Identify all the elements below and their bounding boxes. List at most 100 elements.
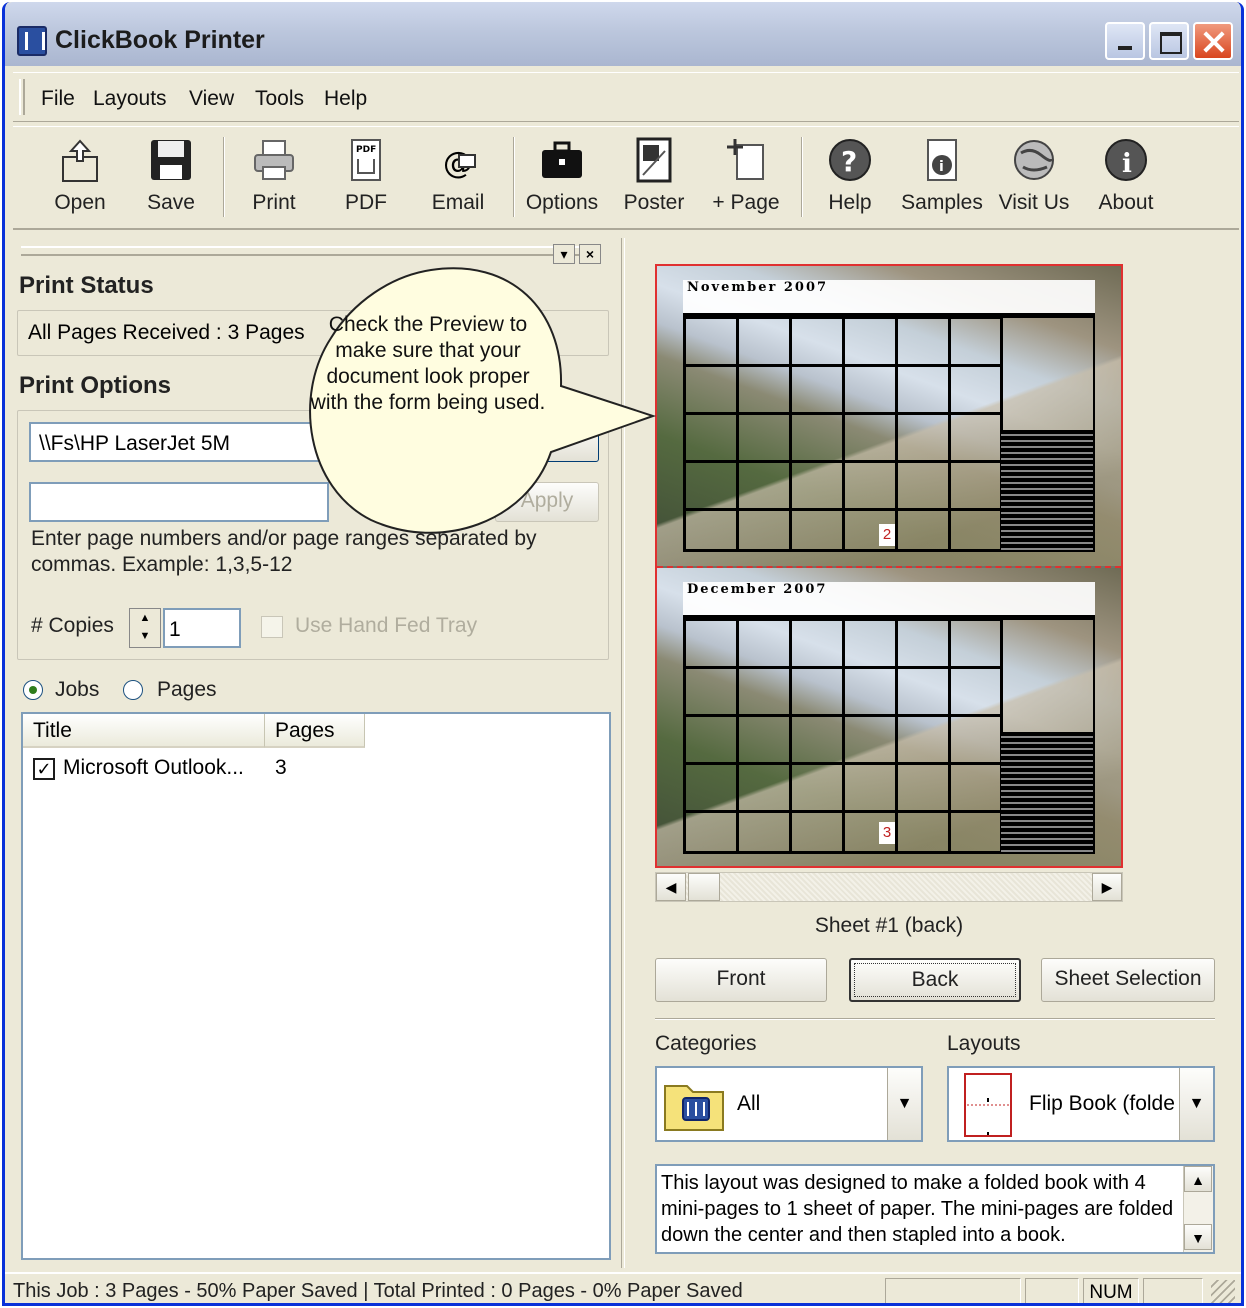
calendar-month: November 2007 xyxy=(687,280,829,295)
visit-us-button[interactable]: Visit Us xyxy=(991,133,1077,225)
folder-book-icon xyxy=(664,1085,724,1131)
column-header-title[interactable]: Title xyxy=(23,714,265,748)
print-status-text: All Pages Received : 3 Pages xyxy=(28,321,305,344)
samples-label: Samples xyxy=(901,191,983,214)
briefcase-icon xyxy=(542,141,582,178)
pane-close-button[interactable]: × xyxy=(579,244,601,264)
toolbar-separator xyxy=(223,137,225,217)
categories-label: Categories xyxy=(655,1032,757,1055)
pages-radio[interactable] xyxy=(123,680,143,700)
copies-value: 1 xyxy=(169,618,181,641)
preview-scrollbar[interactable]: ◀ ▶ xyxy=(655,872,1123,902)
menubar-grip[interactable] xyxy=(19,79,25,115)
chevron-down-icon[interactable]: ▼ xyxy=(887,1068,921,1140)
scroll-up-arrow-icon[interactable]: ▲ xyxy=(1184,1166,1212,1192)
print-button[interactable]: Print xyxy=(231,133,317,225)
maximize-button[interactable] xyxy=(1149,22,1189,60)
open-label: Open xyxy=(54,191,106,214)
divider xyxy=(655,1018,1215,1020)
scroll-right-arrow-icon[interactable]: ▶ xyxy=(1092,873,1122,901)
printer-name: \\Fs\HP LaserJet 5M xyxy=(39,432,231,455)
calendar-grid xyxy=(683,618,1003,854)
jobs-radio[interactable] xyxy=(23,680,43,700)
menu-layouts[interactable]: Layouts xyxy=(93,87,167,111)
pane-dropdown-button[interactable]: ▾ xyxy=(553,244,575,264)
visit-us-label: Visit Us xyxy=(998,191,1070,214)
back-button[interactable]: Back xyxy=(849,958,1021,1002)
status-panel xyxy=(885,1278,1021,1303)
options-button[interactable]: Options xyxy=(519,133,605,225)
scroll-thumb[interactable] xyxy=(688,873,720,901)
categories-combo[interactable]: All ▼ xyxy=(655,1066,923,1142)
samples-button[interactable]: i Samples xyxy=(899,133,985,225)
about-button[interactable]: i About xyxy=(1083,133,1169,225)
globe-icon xyxy=(1014,140,1054,180)
layouts-value: Flip Book (folde xyxy=(1029,1092,1175,1115)
layouts-combo[interactable]: Flip Book (folde ▼ xyxy=(947,1066,1215,1142)
add-page-icon xyxy=(727,139,764,180)
scroll-down-arrow-icon[interactable]: ▼ xyxy=(1184,1224,1212,1250)
column-header-pages[interactable]: Pages xyxy=(265,714,365,748)
pages-radio-label: Pages xyxy=(157,678,217,701)
calendar-grid xyxy=(683,316,1003,552)
window-title: ClickBook Printer xyxy=(55,26,265,54)
open-button[interactable]: Open xyxy=(37,133,123,225)
front-button[interactable]: Front xyxy=(655,958,827,1002)
resize-grip[interactable] xyxy=(1211,1280,1235,1303)
pdf-document-icon: PDF xyxy=(351,139,381,181)
poster-button[interactable]: Poster xyxy=(611,133,697,225)
description-scrollbar[interactable]: ▲ ▼ xyxy=(1183,1166,1213,1252)
print-status-heading: Print Status xyxy=(19,272,154,299)
about-label: About xyxy=(1098,191,1154,214)
menu-tools[interactable]: Tools xyxy=(255,87,304,111)
layouts-label: Layouts xyxy=(947,1032,1021,1055)
title-bar[interactable]: ClickBook Printer xyxy=(5,2,1241,66)
hand-fed-checkbox[interactable] xyxy=(261,616,283,638)
open-folder-icon xyxy=(62,139,98,182)
copies-input[interactable]: 1 xyxy=(163,608,241,648)
email-label: Email xyxy=(431,191,485,214)
jobs-radio-label: Jobs xyxy=(55,678,100,701)
preview-page: December 2007 3 xyxy=(657,568,1121,866)
calendar-notes-column xyxy=(1001,618,1095,854)
chevron-down-icon[interactable]: ▼ xyxy=(1179,1068,1213,1140)
sheet-preview[interactable]: November 2007 2 December 2007 3 xyxy=(655,264,1123,868)
calendar-header: November 2007 xyxy=(683,280,1095,316)
help-button[interactable]: ? Help xyxy=(807,133,893,225)
right-pane: November 2007 2 December 2007 3 ◀ ▶ Shee… xyxy=(629,238,1241,1268)
menu-file[interactable]: File xyxy=(41,87,75,111)
clickbook-app-icon xyxy=(17,26,47,56)
copies-label: # Copies xyxy=(31,614,114,637)
pdf-button[interactable]: PDF PDF xyxy=(323,133,409,225)
sheet-selection-button[interactable]: Sheet Selection xyxy=(1041,958,1215,1002)
save-button[interactable]: Save xyxy=(128,133,214,225)
job-checkbox[interactable]: ✓ xyxy=(33,758,55,780)
list-item[interactable]: ✓ Microsoft Outlook... 3 xyxy=(23,754,609,786)
layout-description: This layout was designed to make a folde… xyxy=(661,1172,1174,1246)
poster-icon xyxy=(636,137,672,183)
printer-select[interactable]: \\Fs\HP LaserJet 5M xyxy=(29,422,329,462)
save-label: Save xyxy=(147,191,195,214)
add-page-label: + Page xyxy=(712,191,780,214)
toolbar: Open Save Print PDF PDF @ Email Options … xyxy=(13,126,1239,230)
samples-icon: i xyxy=(927,139,957,181)
scroll-left-arrow-icon[interactable]: ◀ xyxy=(656,873,686,901)
email-button[interactable]: @ Email xyxy=(415,133,501,225)
jobs-list[interactable]: Title Pages ✓ Microsoft Outlook... 3 xyxy=(21,712,611,1260)
add-page-button[interactable]: + Page xyxy=(703,133,789,225)
copies-spinner[interactable]: ▲ ▼ xyxy=(129,608,161,648)
print-label: Print xyxy=(252,191,296,214)
svg-text:?: ? xyxy=(841,145,857,178)
toolbar-separator xyxy=(513,137,515,217)
app-window: ClickBook Printer File Layouts View Tool… xyxy=(2,2,1244,1306)
pane-gripper[interactable] xyxy=(21,246,581,256)
pdf-label: PDF xyxy=(345,191,387,214)
menu-help[interactable]: Help xyxy=(324,87,367,111)
page-ranges-input[interactable] xyxy=(29,482,329,522)
info-icon: i xyxy=(1105,139,1147,181)
close-button[interactable] xyxy=(1193,22,1233,60)
svg-text:i: i xyxy=(1122,149,1132,179)
minimize-button[interactable] xyxy=(1105,22,1145,60)
status-text: This Job : 3 Pages - 50% Paper Saved | T… xyxy=(13,1280,743,1302)
menu-view[interactable]: View xyxy=(189,87,234,111)
